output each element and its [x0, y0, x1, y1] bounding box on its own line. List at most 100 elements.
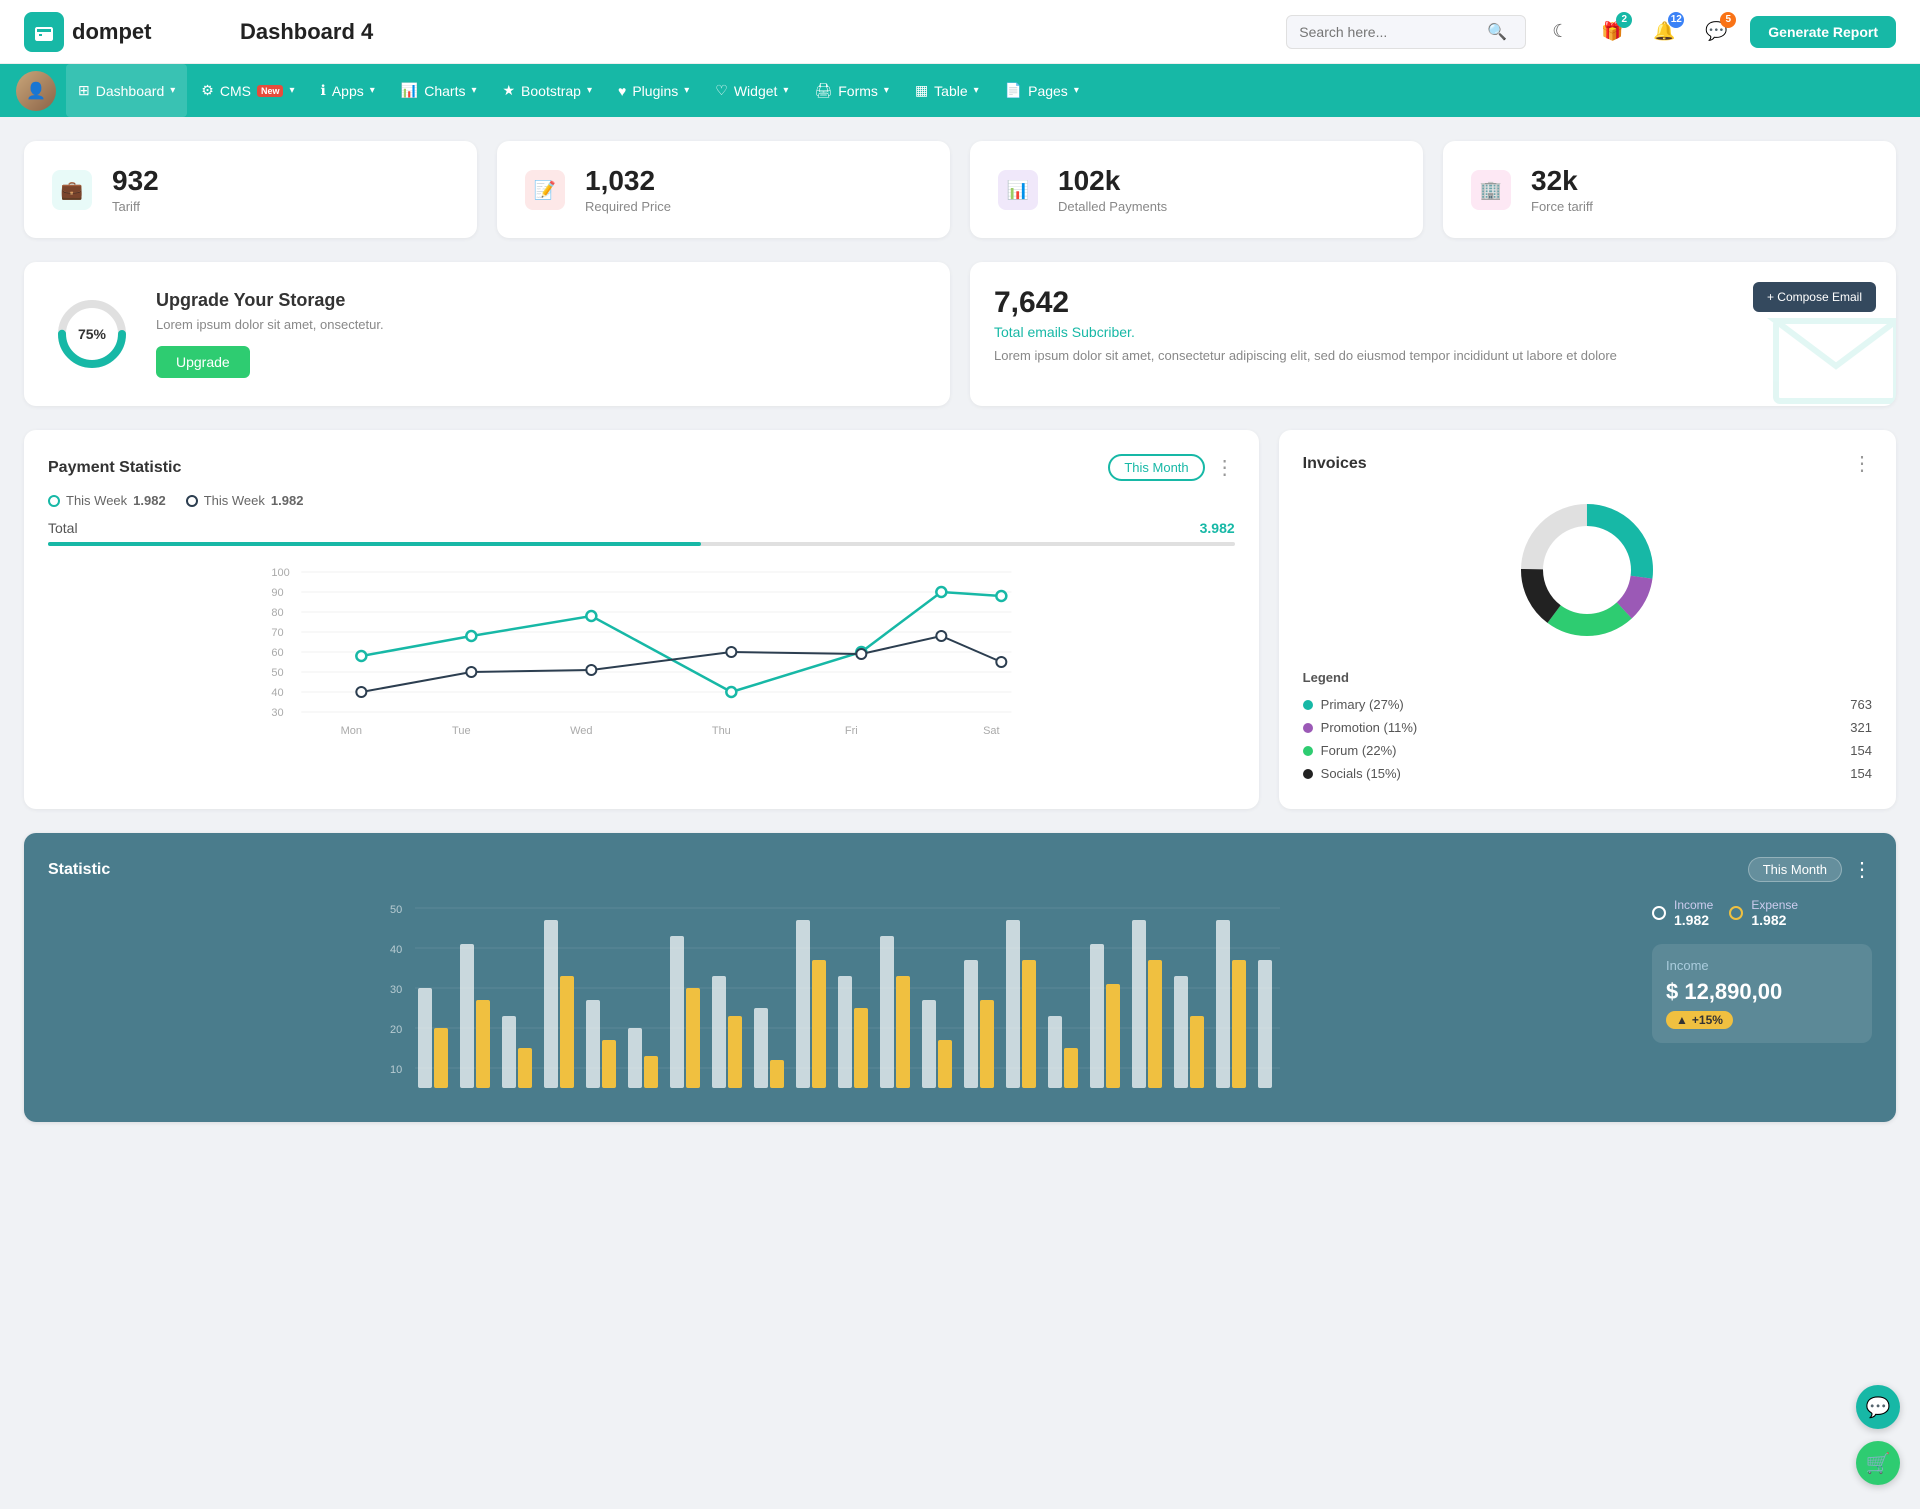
expense-legend-value: 1.982 — [1751, 912, 1798, 928]
logo-icon — [24, 12, 64, 52]
cart-fab-button[interactable]: 🛒 — [1856, 1441, 1900, 1485]
legend-item-thisweek1: This Week 1.982 — [48, 493, 166, 508]
nav-item-table[interactable]: ▦ Table ▾ — [903, 64, 991, 117]
nav-label-charts: Charts — [424, 83, 465, 99]
chevron-down-icon-plugins: ▾ — [684, 85, 689, 96]
storage-desc: Lorem ipsum dolor sit amet, onsectetur. — [156, 317, 384, 332]
legend-color-socials — [1303, 769, 1313, 779]
chevron-down-icon-apps: ▾ — [370, 85, 375, 96]
chevron-down-icon-table: ▾ — [974, 85, 979, 96]
income-badge: ▲ +15% — [1666, 1011, 1733, 1029]
apps-icon: ℹ — [321, 82, 326, 99]
support-fab-button[interactable]: 💬 — [1856, 1385, 1900, 1429]
mid-row: 75% Upgrade Your Storage Lorem ipsum dol… — [24, 262, 1896, 406]
nav-item-bootstrap[interactable]: ★ Bootstrap ▾ — [490, 64, 604, 117]
chat-badge: 5 — [1720, 12, 1736, 28]
storage-text: Upgrade Your Storage Lorem ipsum dolor s… — [156, 290, 384, 378]
legend-color-promotion — [1303, 723, 1313, 733]
invoice-legend-label: Legend — [1303, 670, 1872, 685]
svg-text:60: 60 — [271, 647, 283, 659]
search-input[interactable] — [1299, 24, 1479, 40]
nav-label-apps: Apps — [332, 83, 364, 99]
payments-icon: 📊 — [994, 166, 1042, 214]
payments-label: Detalled Payments — [1058, 199, 1167, 214]
avatar-image: 👤 — [16, 71, 56, 111]
force-tariff-label: Force tariff — [1531, 199, 1593, 214]
bar-chart-wrap: 50 40 30 20 10 — [48, 898, 1872, 1098]
navbar: 👤 ⊞ Dashboard ▾ ⚙ CMS New ▾ ℹ Apps ▾ 📊 C… — [0, 64, 1920, 117]
statistic-more-options-icon[interactable]: ⋮ — [1852, 860, 1872, 880]
bell-badge: 12 — [1668, 12, 1684, 28]
invoice-header: Invoices ⋮ — [1303, 454, 1872, 474]
required-price-label: Required Price — [585, 199, 671, 214]
legend-color-primary — [1303, 700, 1313, 710]
svg-text:💼: 💼 — [61, 180, 83, 200]
svg-text:50: 50 — [271, 667, 283, 679]
invoice-card: Invoices ⋮ Legend — [1279, 430, 1896, 809]
this-month-button[interactable]: This Month — [1108, 454, 1204, 481]
chevron-down-icon-widget: ▾ — [783, 85, 788, 96]
nav-label-plugins: Plugins — [632, 83, 678, 99]
stat-cards-row: 💼 932 Tariff 📝 1,032 Required Price 📊 10… — [24, 141, 1896, 238]
nav-item-pages[interactable]: 📄 Pages ▾ — [993, 64, 1091, 117]
svg-text:50: 50 — [390, 904, 402, 916]
forms-icon: 🖨 — [814, 82, 832, 99]
nav-item-cms[interactable]: ⚙ CMS New ▾ — [189, 64, 306, 117]
search-icon[interactable]: 🔍 — [1487, 22, 1507, 42]
nav-label-widget: Widget — [734, 83, 778, 99]
legend-item-promotion: Promotion (11%) 321 — [1303, 716, 1872, 739]
nav-item-forms[interactable]: 🖨 Forms ▾ — [802, 64, 900, 117]
storage-card: 75% Upgrade Your Storage Lorem ipsum dol… — [24, 262, 950, 406]
expense-legend-item: Expense 1.982 — [1729, 898, 1798, 928]
nav-item-charts[interactable]: 📊 Charts ▾ — [389, 64, 489, 117]
svg-text:📊: 📊 — [1007, 179, 1029, 200]
logo-text: dompet — [72, 19, 151, 45]
upgrade-button[interactable]: Upgrade — [156, 346, 250, 378]
email-card: + Compose Email 7,642 Total emails Subcr… — [970, 262, 1896, 406]
chevron-down-icon: ▾ — [170, 85, 175, 96]
legend-thisweek2-label: This Week — [204, 493, 265, 508]
charts-icon: 📊 — [401, 82, 418, 99]
legend-thisweek1-value: 1.982 — [133, 493, 166, 508]
stat-card-payments: 📊 102k Detalled Payments — [970, 141, 1423, 238]
legend-item-thisweek2: This Week 1.982 — [186, 493, 304, 508]
payment-legend: This Week 1.982 This Week 1.982 — [48, 493, 1235, 508]
chat-icon-btn[interactable]: 💬 5 — [1698, 14, 1734, 50]
required-price-value: 1,032 — [585, 165, 671, 197]
legend-item-primary: Primary (27%) 763 — [1303, 693, 1872, 716]
more-options-icon[interactable]: ⋮ — [1215, 458, 1235, 478]
invoice-more-options-icon[interactable]: ⋮ — [1852, 454, 1872, 474]
svg-text:Fri: Fri — [845, 725, 858, 737]
bell-icon-btn[interactable]: 🔔 12 — [1646, 14, 1682, 50]
tariff-value: 932 — [112, 165, 159, 197]
income-box-amount: $ 12,890,00 — [1666, 979, 1858, 1005]
gift-icon-btn[interactable]: 🎁 2 — [1594, 14, 1630, 50]
required-price-icon: 📝 — [521, 166, 569, 214]
svg-text:30: 30 — [390, 984, 402, 996]
nav-item-widget[interactable]: ♡ Widget ▾ — [703, 64, 800, 117]
nav-item-apps[interactable]: ℹ Apps ▾ — [309, 64, 387, 117]
legend-item-forum: Forum (22%) 154 — [1303, 739, 1872, 762]
legend-primary-label: Primary (27%) — [1321, 697, 1404, 712]
nav-label-dashboard: Dashboard — [96, 83, 165, 99]
header: dompet Dashboard 4 🔍 ☾ 🎁 2 🔔 12 💬 5 Gene… — [0, 0, 1920, 64]
legend-dot-teal — [48, 495, 60, 507]
total-label: Total — [48, 520, 78, 536]
svg-text:Mon: Mon — [341, 725, 362, 737]
tariff-icon: 💼 — [48, 166, 96, 214]
expense-circle-icon — [1729, 906, 1743, 920]
generate-report-button[interactable]: Generate Report — [1750, 16, 1896, 48]
legend-promotion-label: Promotion (11%) — [1321, 720, 1418, 735]
nav-item-plugins[interactable]: ♥ Plugins ▾ — [606, 65, 701, 117]
table-icon: ▦ — [915, 82, 928, 99]
svg-text:Wed: Wed — [570, 725, 592, 737]
svg-text:80: 80 — [271, 607, 283, 619]
moon-icon-btn[interactable]: ☾ — [1542, 14, 1578, 50]
nav-item-dashboard[interactable]: ⊞ Dashboard ▾ — [66, 64, 187, 117]
statistic-this-month-button[interactable]: This Month — [1748, 857, 1842, 882]
legend-thisweek1-label: This Week — [66, 493, 127, 508]
legend-item-socials: Socials (15%) 154 — [1303, 762, 1872, 785]
new-badge: New — [257, 85, 284, 97]
nav-label-forms: Forms — [838, 83, 878, 99]
chevron-down-icon-pages: ▾ — [1074, 85, 1079, 96]
